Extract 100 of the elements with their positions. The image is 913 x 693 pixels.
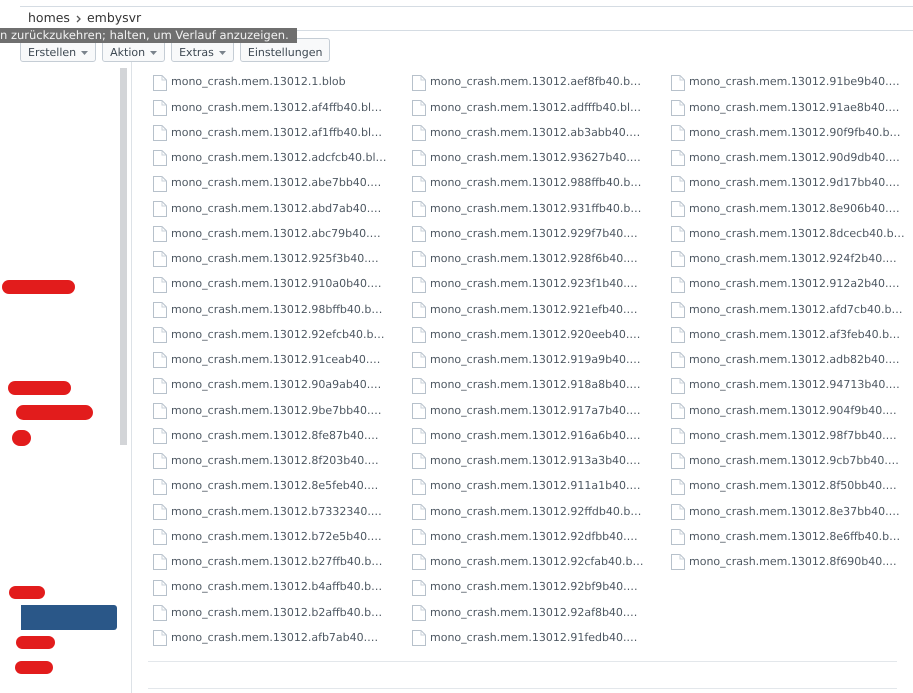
file-item[interactable]: mono_crash.mem.13012.91fedb40.…	[412, 630, 638, 646]
scrollbar-thumb[interactable]	[120, 68, 127, 445]
file-icon	[412, 529, 426, 546]
file-icon	[153, 554, 167, 570]
breadcrumb-link[interactable]: homes	[28, 9, 70, 28]
file-item[interactable]: mono_crash.mem.13012.924f2b40.…	[671, 251, 897, 268]
file-item[interactable]: mono_crash.mem.13012.91ae8b40.…	[671, 100, 900, 116]
file-item[interactable]: mono_crash.mem.13012.b72e5b40.…	[153, 528, 382, 546]
file-item[interactable]: mono_crash.mem.13012.921efb40.…	[412, 302, 638, 318]
file-item[interactable]: mono_crash.mem.13012.925f3b40.…	[153, 251, 379, 268]
file-item[interactable]: mono_crash.mem.13012.8e906b40.…	[671, 200, 900, 218]
file-item[interactable]: mono_crash.mem.13012.adb82b40.…	[671, 352, 900, 369]
file-item[interactable]: mono_crash.mem.13012.1.blob	[153, 74, 346, 91]
file-item[interactable]: mono_crash.mem.13012.8f203b40.…	[153, 453, 379, 470]
file-item[interactable]: mono_crash.mem.13012.90d9db40.…	[671, 150, 900, 167]
file-icon	[153, 74, 167, 91]
file-icon	[671, 251, 685, 268]
file-item[interactable]: mono_crash.mem.13012.8e5feb40.…	[153, 478, 378, 495]
file-item[interactable]: mono_crash.mem.13012.911a1b40.…	[412, 478, 641, 495]
file-item[interactable]: mono_crash.mem.13012.b7332340.…	[153, 504, 382, 520]
file-icon	[412, 453, 426, 470]
file-icon	[412, 580, 426, 596]
file-item[interactable]: mono_crash.mem.13012.92cfab40.b…	[412, 554, 644, 571]
tooltip: n zurückzukehren; halten, um Verlauf anzuzeigen.	[0, 28, 297, 43]
file-icon	[412, 504, 426, 520]
file-item[interactable]: mono_crash.mem.13012.93627b40.…	[412, 150, 641, 167]
file-item[interactable]: mono_crash.mem.13012.afd7cb40.b…	[671, 302, 902, 318]
file-icon	[671, 352, 685, 368]
file-item[interactable]: mono_crash.mem.13012.b4affb40.b…	[153, 579, 382, 596]
file-icon	[153, 478, 167, 495]
file-item[interactable]: mono_crash.mem.13012.aef8fb40.b…	[412, 74, 642, 91]
file-item[interactable]: mono_crash.mem.13012.afb7ab40.…	[153, 630, 378, 646]
file-icon	[671, 226, 685, 242]
sidebar-item[interactable]	[21, 605, 117, 630]
file-icon	[671, 125, 685, 142]
file-item[interactable]: mono_crash.mem.13012.91be9b40.…	[671, 74, 900, 91]
file-icon	[671, 302, 685, 318]
file-item[interactable]: mono_crash.mem.13012.913a3b40.…	[412, 453, 641, 470]
file-item[interactable]: mono_crash.mem.13012.920eeb40.…	[412, 326, 640, 344]
file-item[interactable]: mono_crash.mem.13012.ab3abb40.…	[412, 124, 640, 142]
file-item[interactable]: mono_crash.mem.13012.910a0b40.…	[153, 276, 382, 293]
file-icon	[671, 453, 685, 470]
file-icon	[153, 302, 167, 318]
file-icon	[412, 327, 426, 344]
file-item[interactable]: mono_crash.mem.13012.98f7bb40.…	[671, 428, 897, 444]
file-item[interactable]: mono_crash.mem.13012.8dcecb40.b…	[671, 226, 905, 242]
file-item[interactable]: mono_crash.mem.13012.904f9b40.…	[671, 402, 897, 420]
chevron-icon	[76, 14, 81, 22]
file-item[interactable]: mono_crash.mem.13012.af3feb40.b…	[671, 326, 900, 344]
file-item[interactable]: mono_crash.mem.13012.91ceab40.…	[153, 352, 380, 369]
file-item[interactable]: mono_crash.mem.13012.912a2b40.…	[671, 276, 900, 293]
file-icon	[153, 200, 167, 217]
file-icon	[412, 402, 426, 419]
file-item[interactable]: mono_crash.mem.13012.9cb7bb40.…	[671, 453, 899, 470]
file-icon	[671, 504, 685, 520]
file-icon	[671, 378, 685, 394]
file-item[interactable]: mono_crash.mem.13012.90f9fb40.b…	[671, 124, 901, 142]
file-item[interactable]: mono_crash.mem.13012.917a7b40.…	[412, 402, 641, 420]
file-item[interactable]: mono_crash.mem.13012.928f6b40.…	[412, 251, 638, 268]
file-icon	[412, 378, 426, 394]
file-item[interactable]: mono_crash.mem.13012.8e37bb40.…	[671, 504, 900, 520]
file-icon	[153, 100, 167, 116]
file-icon	[412, 200, 426, 217]
file-item[interactable]: mono_crash.mem.13012.92bf9b40.…	[412, 579, 638, 596]
file-item[interactable]: mono_crash.mem.13012.b27ffb40.b…	[153, 554, 382, 571]
file-item[interactable]: mono_crash.mem.13012.92dfbb40.…	[412, 528, 638, 546]
file-item[interactable]: mono_crash.mem.13012.923f1b40.…	[412, 276, 638, 293]
file-icon	[412, 604, 426, 621]
file-item[interactable]: mono_crash.mem.13012.919a9b40.…	[412, 352, 641, 369]
file-item[interactable]: mono_crash.mem.13012.931ffb40.b…	[412, 200, 642, 218]
file-icon	[153, 529, 167, 546]
file-item[interactable]: mono_crash.mem.13012.af4ffb40.bl…	[153, 100, 382, 116]
file-item[interactable]: mono_crash.mem.13012.abc79b40.…	[153, 226, 381, 242]
file-item[interactable]: mono_crash.mem.13012.8f50bb40.…	[671, 478, 897, 495]
file-item[interactable]: mono_crash.mem.13012.9be7bb40.…	[153, 402, 382, 420]
file-item[interactable]: mono_crash.mem.13012.988ffb40.b…	[412, 175, 642, 192]
file-item[interactable]: mono_crash.mem.13012.92ffdb40.b…	[412, 504, 642, 520]
file-item[interactable]: mono_crash.mem.13012.9d17bb40.…	[671, 175, 900, 192]
file-item[interactable]: mono_crash.mem.13012.adcfcb40.bl…	[153, 150, 387, 167]
file-icon	[412, 226, 426, 242]
file-item[interactable]: mono_crash.mem.13012.af1ffb40.bl…	[153, 124, 382, 142]
file-item[interactable]: mono_crash.mem.13012.929f7b40.…	[412, 226, 638, 242]
file-item[interactable]: mono_crash.mem.13012.916a6b40.…	[412, 428, 641, 444]
file-icon	[153, 150, 167, 166]
file-item[interactable]: mono_crash.mem.13012.abe7bb40.…	[153, 175, 382, 192]
breadcrumb-link[interactable]: embysvr	[86, 9, 142, 28]
file-item[interactable]: mono_crash.mem.13012.8fe87b40.…	[153, 428, 378, 444]
file-item[interactable]: mono_crash.mem.13012.92af8b40.…	[412, 604, 638, 622]
file-icon	[412, 352, 426, 368]
file-item[interactable]: mono_crash.mem.13012.abd7ab40.…	[153, 200, 382, 218]
file-item[interactable]: mono_crash.mem.13012.918a8b40.…	[412, 377, 641, 394]
file-item[interactable]: mono_crash.mem.13012.adfffb40.bl…	[412, 100, 642, 116]
file-item[interactable]: mono_crash.mem.13012.94713b40.…	[671, 377, 900, 394]
file-item[interactable]: mono_crash.mem.13012.8e6ffb40.b…	[671, 528, 900, 546]
file-item[interactable]: mono_crash.mem.13012.b2affb40.b…	[153, 604, 382, 622]
file-item[interactable]: mono_crash.mem.13012.98bffb40.b…	[153, 302, 382, 318]
file-icon	[671, 150, 685, 166]
file-item[interactable]: mono_crash.mem.13012.92efcb40.b…	[153, 326, 384, 344]
file-item[interactable]: mono_crash.mem.13012.8f690b40.…	[671, 554, 897, 571]
file-item[interactable]: mono_crash.mem.13012.90a9ab40.…	[153, 377, 382, 394]
